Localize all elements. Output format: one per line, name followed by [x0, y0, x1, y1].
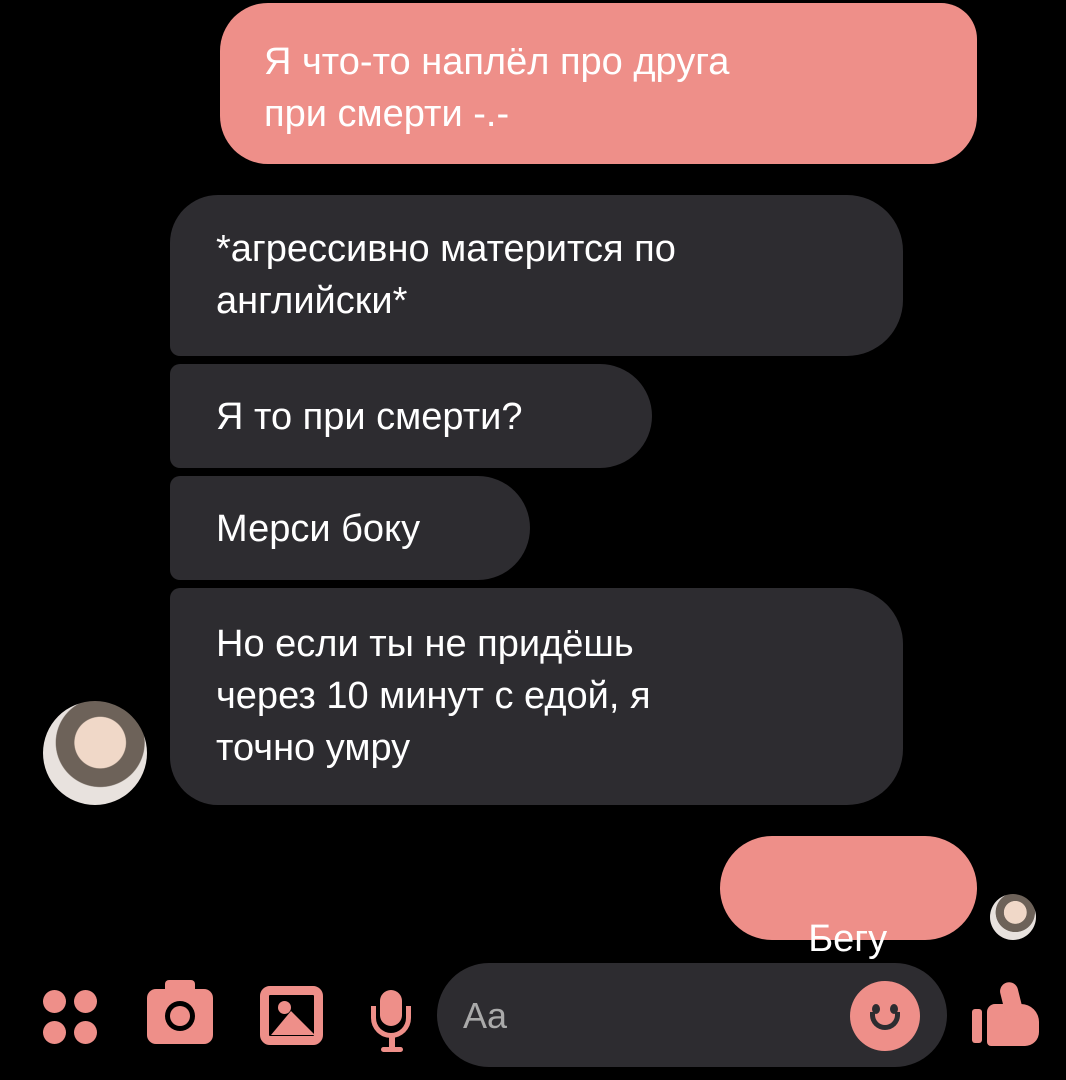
outgoing-message[interactable]: Я что-то наплёл про друга при смерти -.- [220, 3, 977, 164]
incoming-message[interactable]: Я то при смерти? [170, 364, 652, 468]
camera-icon[interactable] [147, 980, 213, 1044]
smiley-icon[interactable] [850, 981, 920, 1051]
image-icon[interactable] [260, 986, 323, 1045]
message-composer[interactable] [437, 963, 947, 1067]
seen-receipt-avatar [990, 894, 1036, 940]
outgoing-message[interactable]: Бегу [720, 836, 977, 1009]
message-text: Бегу [808, 918, 888, 960]
four-dots-icon[interactable] [43, 990, 98, 1045]
thumbs-up-icon[interactable] [972, 980, 1046, 1048]
incoming-message[interactable]: Мерси боку [170, 476, 530, 580]
microphone-icon[interactable] [371, 990, 413, 1052]
incoming-message[interactable]: *агрессивно матерится по английски* [170, 195, 903, 356]
message-input[interactable] [461, 990, 845, 1042]
contact-avatar[interactable] [43, 701, 147, 805]
incoming-message[interactable]: Но если ты не придёшь через 10 минут с е… [170, 588, 903, 805]
